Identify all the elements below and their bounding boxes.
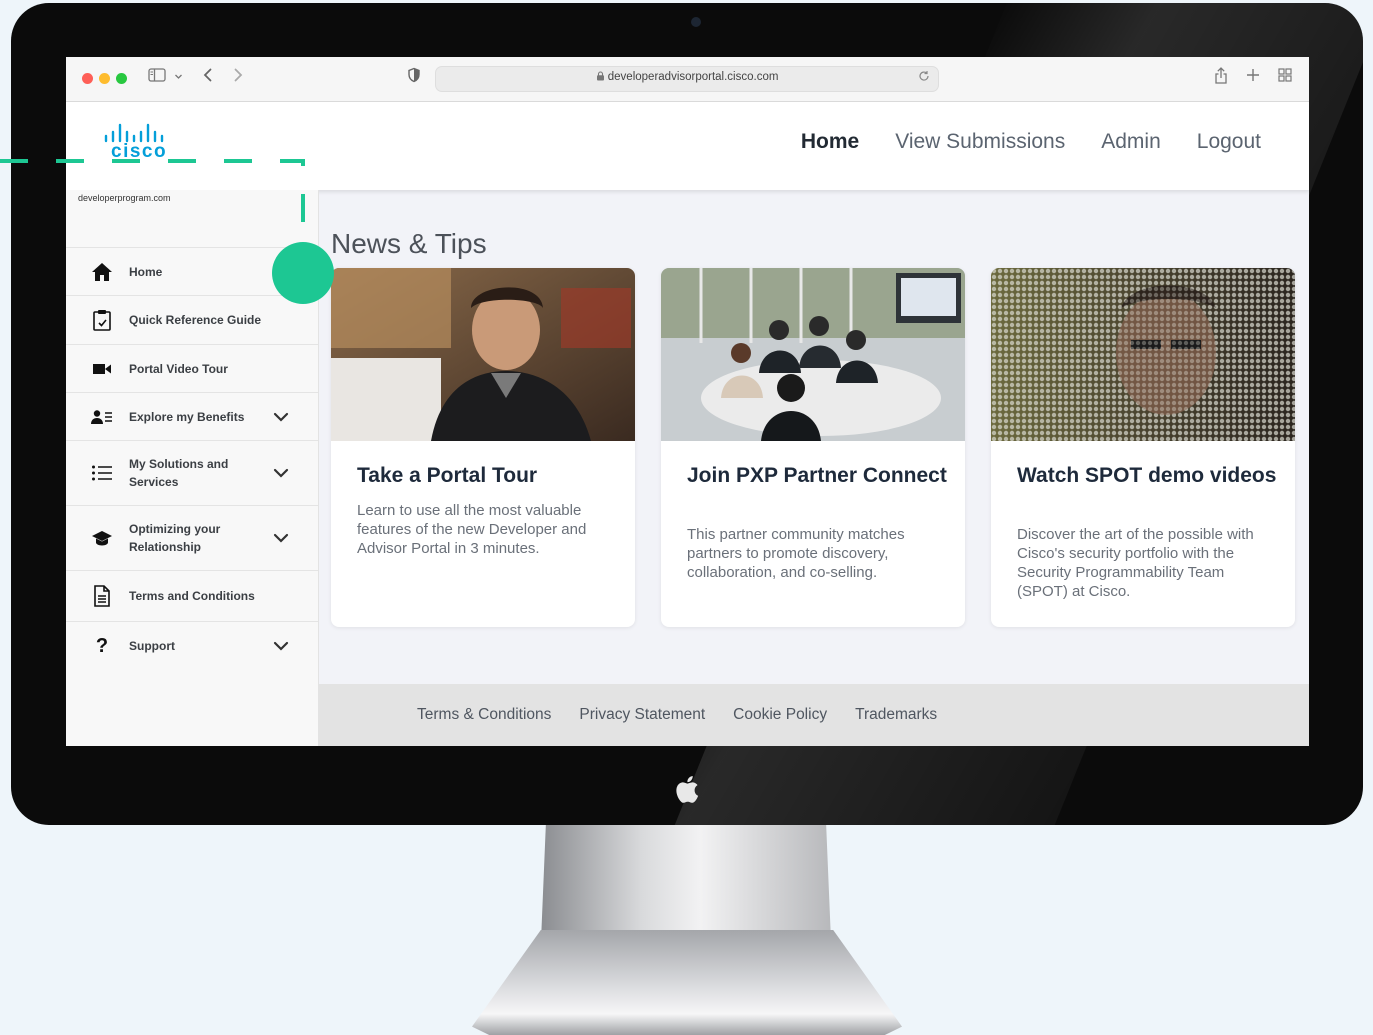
sidebar-item-quick-reference-guide[interactable]: Quick Reference Guide [66,295,318,344]
card-description: Learn to use all the most valuable featu… [357,502,587,557]
list-icon [90,461,114,485]
section-title: News & Tips [331,228,487,259]
site-header: cisco Home View Submissions Admin Logout [66,102,1309,190]
sidebar-item-support[interactable]: ? Support [66,621,318,670]
nav-admin[interactable]: Admin [1101,130,1161,154]
document-icon [90,584,114,608]
card-title[interactable]: Take a Portal Tour [357,464,617,488]
screen: developeradvisorportal.cisco.com cisco H… [66,57,1309,746]
card-title[interactable]: Watch SPOT demo videos [1017,464,1277,488]
home-icon [90,260,114,284]
chevron-down-icon[interactable] [272,529,290,547]
cisco-logo[interactable]: cisco [104,121,176,165]
sidebar: developerprogram.com Home Quick Referenc… [66,190,319,746]
news-card-spot-demo-videos[interactable]: Watch SPOT demo videos Discover the art … [991,268,1295,627]
chevron-down-icon[interactable] [174,68,183,90]
minimize-window-button[interactable] [99,73,110,84]
chevron-down-icon[interactable] [272,464,290,482]
card-image-man-smiling [331,268,635,441]
sidebar-item-terms-and-conditions[interactable]: Terms and Conditions [66,570,318,621]
sidebar-item-label: Quick Reference Guide [129,313,262,327]
zoom-window-button[interactable] [116,73,127,84]
footer-link-privacy[interactable]: Privacy Statement [579,706,705,724]
card-image-meeting-room [661,268,965,441]
sidebar-item-label: My Solutions and Services [129,457,229,489]
tab-overview-icon[interactable] [1278,67,1292,89]
url: developeradvisorportal.cisco.com [607,71,779,83]
nav-home[interactable]: Home [801,130,859,154]
monitor-stand-foot [472,930,902,1035]
domain-label: developerprogram.com [78,193,171,203]
footer-link-cookie-policy[interactable]: Cookie Policy [733,706,827,724]
sidebar-menu: Home Quick Reference Guide Portal Video … [66,247,318,670]
news-card-portal-tour[interactable]: Take a Portal Tour Learn to use all the … [331,268,635,627]
site-footer: Terms & Conditions Privacy Statement Coo… [318,684,1309,746]
sidebar-item-optimizing-your-relationship[interactable]: Optimizing your Relationship [66,505,318,570]
apple-logo-icon [670,772,706,808]
chevron-down-icon[interactable] [272,408,290,426]
forward-button-icon[interactable] [232,67,244,90]
address-bar[interactable]: developeradvisorportal.cisco.com [435,66,939,92]
privacy-shield-icon[interactable] [407,67,421,90]
nav-logout[interactable]: Logout [1197,130,1261,154]
sidebar-item-label: Support [129,639,175,653]
chevron-down-icon[interactable] [272,637,290,655]
card-image-security-portrait [991,268,1295,441]
lock-icon [596,71,608,83]
share-icon[interactable] [1214,67,1228,92]
sidebar-item-home[interactable]: Home [66,247,318,295]
close-window-button[interactable] [82,73,93,84]
sidebar-item-label: Terms and Conditions [129,589,255,603]
sidebar-toggle-icon[interactable] [148,67,166,89]
sidebar-item-label: Portal Video Tour [129,361,228,376]
sidebar-item-label: Home [129,264,163,279]
card-description: This partner community matches partners … [687,526,905,581]
sidebar-item-explore-my-benefits[interactable]: Explore my Benefits [66,392,318,440]
cisco-wordmark: cisco [111,141,168,162]
user-list-icon [90,405,114,429]
news-card-pxp-partner-connect[interactable]: Join PXP Partner Connect This partner co… [661,268,965,627]
graduation-cap-icon [90,526,114,550]
footer-link-trademarks[interactable]: Trademarks [855,706,937,724]
card-description: Discover the art of the possible with Ci… [1017,526,1254,600]
card-title[interactable]: Join PXP Partner Connect [687,464,947,488]
address-text[interactable]: developeradvisorportal.cisco.com [436,71,938,83]
sidebar-item-label: Explore my Benefits [129,409,245,424]
nav-view-submissions[interactable]: View Submissions [895,130,1065,154]
browser-toolbar: developeradvisorportal.cisco.com [66,57,1309,102]
reload-icon[interactable] [918,70,930,85]
sidebar-item-portal-video-tour[interactable]: Portal Video Tour [66,344,318,392]
clipboard-icon [90,308,114,332]
sidebar-item-label: Optimizing your Relationship [129,522,221,554]
top-nav: Home View Submissions Admin Logout [801,130,1261,154]
question-icon: ? [95,634,109,657]
back-button-icon[interactable] [202,67,214,90]
footer-links: Terms & Conditions Privacy Statement Coo… [417,706,937,724]
footer-link-terms[interactable]: Terms & Conditions [417,706,551,724]
sidebar-item-my-solutions-and-services[interactable]: My Solutions and Services [66,440,318,505]
camera [691,17,701,27]
new-tab-icon[interactable] [1246,67,1260,89]
video-camera-icon [90,357,114,381]
